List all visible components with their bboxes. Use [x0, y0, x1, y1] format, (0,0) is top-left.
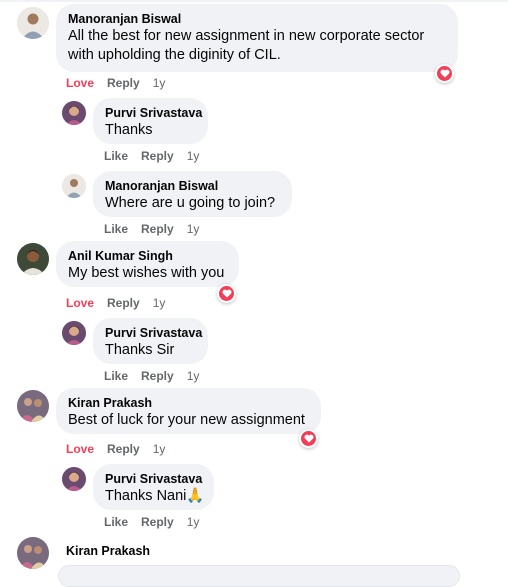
reply-button[interactable]: Reply	[141, 222, 174, 236]
reply-button[interactable]: Reply	[107, 442, 140, 456]
comment-actions: Love Reply 1y	[66, 295, 178, 311]
comment-author[interactable]: Manoranjan Biswal	[105, 178, 280, 194]
comment-text: Thanks	[105, 122, 153, 138]
timestamp[interactable]: 1y	[187, 222, 200, 236]
like-button[interactable]: Like	[104, 222, 128, 236]
like-button[interactable]: Like	[104, 515, 128, 529]
love-button[interactable]: Love	[66, 442, 94, 456]
comment-author[interactable]: Manoranjan Biswal	[68, 11, 446, 27]
avatar[interactable]	[17, 537, 49, 569]
avatar[interactable]	[62, 174, 86, 198]
comment-text: Where are u going to join?	[105, 195, 276, 211]
comment-bubble: Kiran Prakash Best of luck for your new …	[56, 388, 321, 434]
timestamp[interactable]: 1y	[153, 76, 166, 90]
comment-author[interactable]: Kiran Prakash	[68, 395, 309, 411]
timestamp[interactable]: 1y	[153, 296, 166, 310]
avatar[interactable]	[62, 321, 86, 345]
reply-bubble: Purvi Srivastava Thanks	[93, 98, 208, 144]
comment-actions: Like Reply 1y	[104, 368, 212, 384]
reply-bubble: Manoranjan Biswal Where are u going to j…	[93, 171, 292, 217]
comment-author[interactable]: Kiran Prakash	[66, 543, 150, 559]
comment-author[interactable]: Purvi Srivastava	[105, 105, 202, 121]
reply-button[interactable]: Reply	[141, 515, 174, 529]
comment-bubble-partial	[58, 565, 460, 587]
avatar[interactable]	[62, 101, 86, 125]
comment-author[interactable]: Anil Kumar Singh	[68, 248, 227, 264]
comment-author[interactable]: Purvi Srivastava	[105, 471, 202, 487]
comment-bubble: Manoranjan Biswal All the best for new a…	[56, 4, 458, 72]
reply-button[interactable]: Reply	[107, 76, 140, 90]
reply-button[interactable]: Reply	[141, 149, 174, 163]
timestamp[interactable]: 1y	[187, 149, 200, 163]
comment-text: Thanks Nani🙏	[105, 488, 205, 504]
timestamp[interactable]: 1y	[153, 442, 166, 456]
comment-text: All the best for new assignment in new c…	[68, 28, 425, 44]
reply-button[interactable]: Reply	[107, 296, 140, 310]
comment-actions: Like Reply 1y	[104, 148, 212, 164]
timestamp[interactable]: 1y	[187, 515, 200, 529]
comment-author[interactable]: Purvi Srivastava	[105, 325, 202, 341]
love-reaction-badge[interactable]	[299, 429, 318, 448]
avatar[interactable]	[62, 467, 86, 491]
love-reaction-badge[interactable]	[217, 284, 236, 303]
heart-icon	[437, 66, 452, 81]
love-reaction-badge[interactable]	[435, 64, 454, 83]
reply-bubble: Purvi Srivastava Thanks Nani🙏	[93, 464, 214, 510]
heart-icon	[219, 286, 234, 301]
comment-actions: Like Reply 1y	[104, 221, 212, 237]
comment-actions: Love Reply 1y	[66, 75, 178, 91]
comment-text: Thanks Sir	[105, 342, 175, 358]
like-button[interactable]: Like	[104, 149, 128, 163]
reply-bubble: Purvi Srivastava Thanks Sir	[93, 318, 208, 364]
comment-text: Best of luck for your new assignment	[68, 412, 305, 428]
avatar[interactable]	[17, 243, 49, 275]
reply-button[interactable]: Reply	[141, 369, 174, 383]
avatar[interactable]	[17, 7, 49, 39]
comments-thread: Manoranjan Biswal All the best for new a…	[0, 0, 508, 587]
comment-actions: Love Reply 1y	[66, 441, 178, 457]
timestamp[interactable]: 1y	[187, 369, 200, 383]
comment-text: with upholding the diginity of CIL.	[68, 47, 281, 63]
comment-text: My best wishes with you	[68, 265, 225, 281]
love-button[interactable]: Love	[66, 76, 94, 90]
like-button[interactable]: Like	[104, 369, 128, 383]
avatar[interactable]	[17, 390, 49, 422]
comment-actions: Like Reply 1y	[104, 514, 212, 530]
heart-icon	[301, 431, 316, 446]
love-button[interactable]: Love	[66, 296, 94, 310]
top-divider	[0, 0, 508, 2]
comment-bubble: Anil Kumar Singh My best wishes with you	[56, 241, 239, 287]
